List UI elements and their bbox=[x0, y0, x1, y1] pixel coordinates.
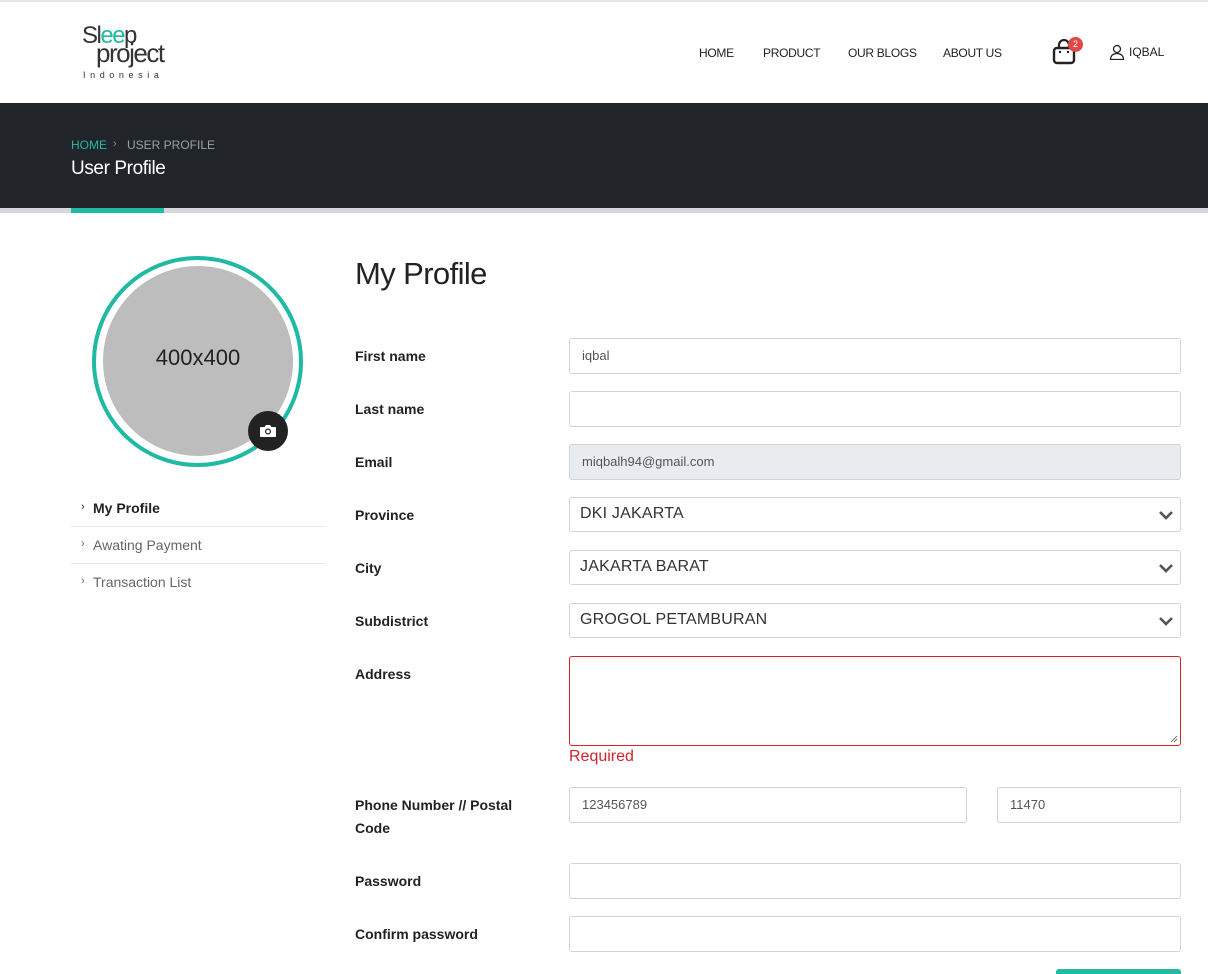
city-select[interactable]: JAKARTA BARAT bbox=[569, 550, 1181, 585]
subdistrict-select[interactable]: GROGOL PETAMBURAN bbox=[569, 603, 1181, 638]
banner-accent-bar bbox=[71, 208, 164, 213]
address-label: Address bbox=[355, 666, 412, 682]
chevron-down-icon bbox=[1159, 511, 1173, 520]
logo-line-2: project bbox=[96, 38, 165, 68]
province-select[interactable]: DKI JAKARTA bbox=[569, 497, 1181, 532]
first-name-input[interactable]: iqbal bbox=[569, 338, 1181, 374]
chevron-down-icon bbox=[1159, 617, 1173, 626]
camera-icon bbox=[260, 425, 276, 437]
user-name-link[interactable]: IQBAL bbox=[1129, 45, 1164, 59]
confirm-password-label: Confirm password bbox=[355, 926, 478, 942]
form-title: My Profile bbox=[355, 256, 487, 291]
breadcrumb-home[interactable]: HOME bbox=[71, 138, 107, 152]
subdistrict-selected-value: GROGOL PETAMBURAN bbox=[580, 611, 768, 628]
last-name-input[interactable] bbox=[569, 391, 1181, 427]
avatar-placeholder-text: 400x400 bbox=[155, 345, 241, 370]
chevron-right-icon: › bbox=[81, 575, 85, 587]
save-button[interactable] bbox=[1056, 969, 1181, 974]
first-name-label: First name bbox=[355, 348, 426, 364]
nav-home[interactable]: HOME bbox=[699, 46, 734, 60]
change-photo-button[interactable] bbox=[248, 411, 288, 451]
subdistrict-label: Subdistrict bbox=[355, 613, 429, 629]
breadcrumb-separator-icon: › bbox=[113, 138, 117, 150]
resize-handle-icon[interactable] bbox=[1170, 735, 1178, 743]
chevron-right-icon: › bbox=[81, 538, 85, 550]
nav-our-blogs[interactable]: OUR BLOGS bbox=[848, 46, 917, 60]
password-label: Password bbox=[355, 873, 422, 889]
phone-postal-label-line1: Phone Number // Postal bbox=[355, 797, 513, 813]
nav-product[interactable]: PRODUCT bbox=[763, 46, 821, 60]
postal-code-input[interactable]: 11470 bbox=[997, 787, 1181, 823]
cart-count-badge: 2 bbox=[1068, 37, 1083, 52]
sidebar-item-label: Transaction List bbox=[93, 574, 192, 590]
sidebar-item-my-profile[interactable]: › My Profile bbox=[71, 490, 326, 527]
address-textarea[interactable] bbox=[569, 656, 1181, 746]
site-logo[interactable]: Sleep project Indonesia bbox=[82, 22, 192, 82]
sidebar-item-transaction-list[interactable]: › Transaction List bbox=[71, 564, 326, 601]
address-error-message: Required bbox=[569, 748, 634, 765]
phone-postal-label-line2: Code bbox=[355, 820, 390, 836]
province-selected-value: DKI JAKARTA bbox=[580, 505, 684, 522]
city-selected-value: JAKARTA BARAT bbox=[580, 558, 709, 575]
city-label: City bbox=[355, 560, 382, 576]
email-field: miqbalh94@gmail.com bbox=[569, 444, 1181, 480]
sidebar-item-awaiting-payment[interactable]: › Awating Payment bbox=[71, 527, 326, 564]
nav-about-us[interactable]: ABOUT US bbox=[943, 46, 1002, 60]
sidebar-item-label: My Profile bbox=[93, 500, 160, 516]
confirm-password-input[interactable] bbox=[569, 916, 1181, 952]
page-banner: HOME › USER PROFILE User Profile bbox=[0, 103, 1208, 208]
logo-line-3: Indonesia bbox=[83, 70, 164, 80]
sidebar-item-label: Awating Payment bbox=[93, 537, 202, 553]
chevron-right-icon: › bbox=[81, 501, 85, 513]
chevron-down-icon bbox=[1159, 564, 1173, 573]
last-name-label: Last name bbox=[355, 401, 425, 417]
page-title: User Profile bbox=[71, 158, 166, 179]
email-label: Email bbox=[355, 454, 393, 470]
province-label: Province bbox=[355, 507, 415, 523]
password-input[interactable] bbox=[569, 863, 1181, 899]
banner-bottom-strip bbox=[0, 208, 1208, 213]
breadcrumb-current: USER PROFILE bbox=[127, 138, 216, 152]
site-header: Sleep project Indonesia HOME PRODUCT OUR… bbox=[0, 2, 1208, 103]
phone-postal-label: Phone Number // Postal Code bbox=[355, 794, 512, 840]
phone-number-input[interactable]: 123456789 bbox=[569, 787, 967, 823]
user-icon[interactable] bbox=[1109, 44, 1125, 60]
